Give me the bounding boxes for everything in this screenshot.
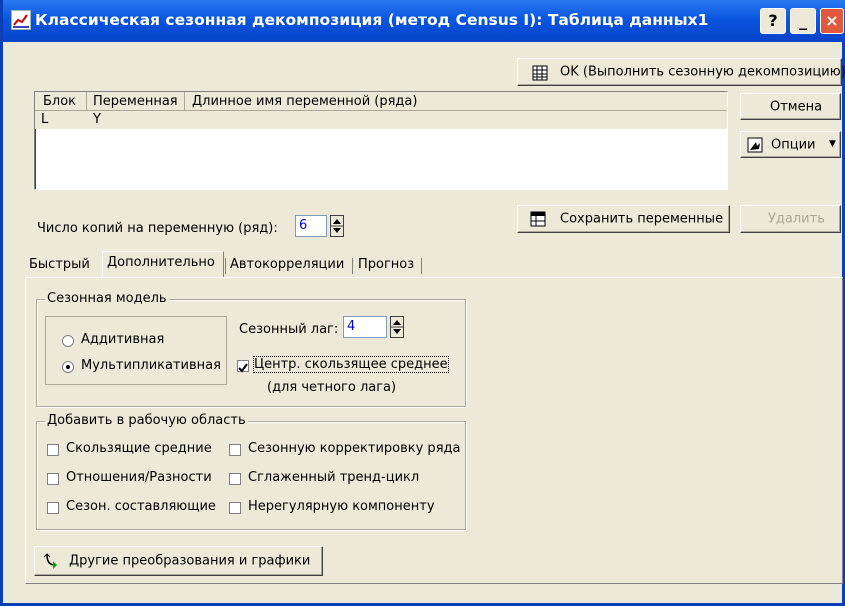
- moving-averages-label[interactable]: Скользящие средние: [66, 441, 212, 456]
- seasonal-model-title: Сезонная модель: [45, 291, 169, 306]
- cell-block: L: [41, 112, 49, 127]
- model-type-group: Аддитивная Мультипликативная: [45, 316, 227, 385]
- copies-input[interactable]: 6: [295, 215, 327, 237]
- seasonal-lag-label: Сезонный лаг:: [239, 322, 339, 337]
- table-row[interactable]: L Y: [35, 111, 727, 129]
- spinner-arrows-icon: [391, 320, 403, 334]
- options-button-label: Опции: [771, 137, 816, 152]
- center-ma-checkbox[interactable]: [237, 360, 249, 373]
- save-variables-label: Сохранить переменные: [560, 211, 724, 227]
- center-ma-label[interactable]: Центр. скользящее среднее: [253, 356, 449, 373]
- add-to-workspace-title: Добавить в рабочую область: [45, 413, 248, 428]
- multiplicative-radio[interactable]: [62, 361, 74, 373]
- ok-run-decomposition-button[interactable]: OK (Выполнить сезонную декомпозицию): [517, 58, 845, 86]
- moving-averages-checkbox[interactable]: [47, 444, 59, 456]
- center-ma-note: (для четного лага): [267, 380, 397, 395]
- tab-quick-label: Быстрый: [29, 257, 90, 272]
- col-header-long-name: Длинное имя переменной (ряда): [192, 94, 418, 109]
- tab-autocorrelations-label: Автокорреляции: [230, 257, 345, 272]
- options-button[interactable]: Опции ▼: [740, 131, 841, 158]
- seasonal-components-checkbox[interactable]: [47, 502, 59, 514]
- window-title: Классическая сезонная декомпозиция (мето…: [35, 11, 709, 29]
- irregular-component-label[interactable]: Нерегулярную компоненту: [248, 499, 435, 514]
- table-save-icon: [530, 211, 546, 227]
- seasonal-lag-input[interactable]: 4: [343, 316, 387, 338]
- tab-page-advanced: Сезонная модель Аддитивная Мультипликати…: [25, 277, 843, 584]
- other-transformations-button[interactable]: Другие преобразования и графики: [34, 546, 323, 576]
- cell-variable: Y: [93, 112, 101, 127]
- dialog-window: Классическая сезонная декомпозиция (мето…: [0, 0, 845, 606]
- delete-button-label: Удалить: [768, 211, 825, 227]
- transform-arrow-icon: [43, 553, 57, 569]
- tab-forecast-label: Прогноз: [358, 257, 415, 272]
- cancel-button[interactable]: Отмена: [740, 93, 841, 120]
- options-arrow-icon: [747, 137, 763, 153]
- irregular-component-checkbox[interactable]: [229, 502, 241, 514]
- table-header: Блок Переменная Длинное имя переменной (…: [35, 92, 727, 111]
- ok-button-label: OK (Выполнить сезонную декомпозицию): [560, 64, 845, 80]
- minimize-button[interactable]: _: [790, 8, 816, 34]
- smoothed-trend-cycle-label[interactable]: Сглаженный тренд-цикл: [248, 470, 419, 485]
- additive-radio[interactable]: [62, 335, 74, 347]
- seasonal-adjust-checkbox[interactable]: [229, 444, 241, 456]
- app-chart-icon: [11, 10, 31, 30]
- tab-forecast[interactable]: Прогноз: [355, 254, 423, 276]
- delete-button[interactable]: Удалить: [740, 205, 841, 233]
- multiplicative-label[interactable]: Мультипликативная: [81, 358, 221, 373]
- seasonal-lag-spinner[interactable]: [390, 316, 404, 338]
- ratios-differences-checkbox[interactable]: [47, 473, 59, 485]
- col-header-block: Блок: [43, 94, 77, 109]
- copies-label: Число копий на переменную (ряд):: [37, 221, 278, 236]
- smoothed-trend-cycle-checkbox[interactable]: [229, 473, 241, 485]
- title-bar[interactable]: Классическая сезонная декомпозиция (мето…: [3, 0, 845, 42]
- cancel-button-label: Отмена: [770, 99, 823, 114]
- seasonal-model-group: Сезонная модель Аддитивная Мультипликати…: [36, 291, 466, 407]
- tab-advanced-label: Дополнительно: [107, 255, 215, 270]
- tab-advanced[interactable]: Дополнительно: [102, 251, 224, 278]
- variables-table[interactable]: Блок Переменная Длинное имя переменной (…: [34, 91, 728, 190]
- spinner-arrows-icon: [331, 219, 343, 233]
- help-button[interactable]: ?: [760, 8, 786, 34]
- seasonal-adjust-label[interactable]: Сезонную корректировку ряда: [248, 441, 460, 456]
- save-variables-button[interactable]: Сохранить переменные: [517, 205, 730, 233]
- ratios-differences-label[interactable]: Отношения/Разности: [66, 470, 212, 485]
- close-button[interactable]: ×: [820, 8, 844, 34]
- tab-autocorrelations[interactable]: Автокорреляции: [227, 254, 351, 276]
- seasonal-components-label[interactable]: Сезон. составляющие: [66, 499, 216, 514]
- additive-label[interactable]: Аддитивная: [81, 332, 164, 347]
- checkmark-icon: [238, 363, 248, 373]
- table-grid-icon: [532, 65, 548, 81]
- col-header-variable: Переменная: [93, 94, 178, 109]
- tab-quick[interactable]: Быстрый: [29, 254, 99, 276]
- copies-spinner[interactable]: [330, 215, 344, 237]
- other-transformations-label: Другие преобразования и графики: [69, 553, 311, 569]
- chevron-down-icon: ▼: [829, 139, 836, 149]
- add-to-workspace-group: Добавить в рабочую область Скользящие ср…: [36, 413, 466, 530]
